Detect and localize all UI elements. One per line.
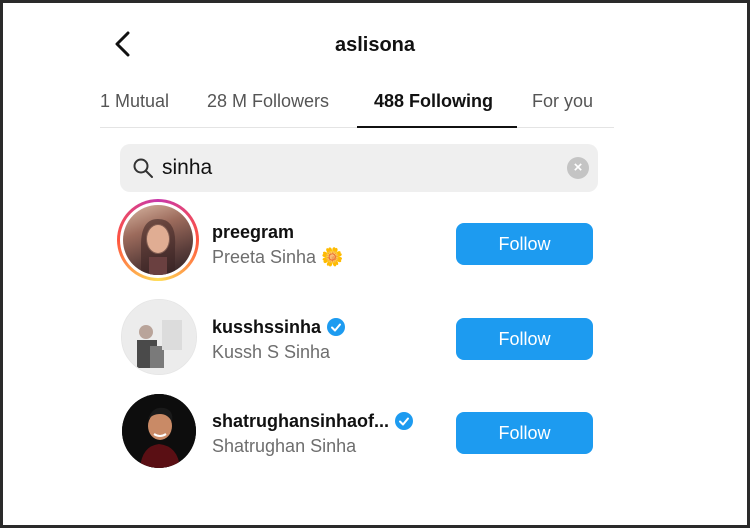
- active-tab-indicator: [357, 126, 517, 128]
- avatar[interactable]: [117, 392, 199, 474]
- username[interactable]: kusshssinha: [212, 317, 321, 337]
- avatar-photo: [121, 299, 197, 375]
- username[interactable]: preegram: [212, 222, 294, 243]
- username[interactable]: shatrughansinhaof...: [212, 411, 389, 431]
- username-row: shatrughansinhaof...: [212, 411, 414, 432]
- list-item[interactable]: preegram Preeta Sinha 🌼 Follow: [3, 199, 747, 289]
- list-item[interactable]: kusshssinha Kussh S Sinha Follow: [3, 295, 747, 385]
- follow-button[interactable]: Follow: [456, 318, 593, 360]
- tab-for-you[interactable]: For you: [532, 91, 593, 112]
- full-name: Shatrughan Sinha: [212, 436, 357, 456]
- flower-emoji-icon: 🌼: [321, 247, 344, 267]
- verified-badge-icon: [395, 412, 414, 430]
- follow-button[interactable]: Follow: [456, 412, 593, 454]
- search-input[interactable]: [162, 153, 552, 183]
- tab-following[interactable]: 488 Following: [374, 91, 493, 112]
- search-icon: [133, 158, 153, 178]
- tab-followers[interactable]: 28 M Followers: [207, 91, 329, 112]
- avatar[interactable]: [117, 295, 199, 377]
- avatar[interactable]: [117, 199, 199, 281]
- list-item[interactable]: shatrughansinhaof... Shatrughan Sinha Fo…: [3, 392, 747, 482]
- tab-mutual[interactable]: 1 Mutual: [100, 91, 169, 112]
- full-name: Kussh S Sinha: [212, 342, 331, 362]
- search-bar[interactable]: ×: [120, 144, 598, 192]
- full-name: Preeta Sinha 🌼: [212, 247, 344, 267]
- clear-search-icon[interactable]: ×: [567, 157, 589, 179]
- avatar-photo: [123, 205, 193, 275]
- username-row: kusshssinha: [212, 317, 346, 338]
- follow-button[interactable]: Follow: [456, 223, 593, 265]
- verified-badge-icon: [327, 318, 346, 336]
- follow-tabs: 1 Mutual 28 M Followers 488 Following Fo…: [3, 91, 747, 133]
- profile-following-screen: aslisona 1 Mutual 28 M Followers 488 Fol…: [3, 3, 747, 525]
- avatar-photo: [122, 394, 196, 468]
- profile-username-title: aslisona: [334, 34, 416, 56]
